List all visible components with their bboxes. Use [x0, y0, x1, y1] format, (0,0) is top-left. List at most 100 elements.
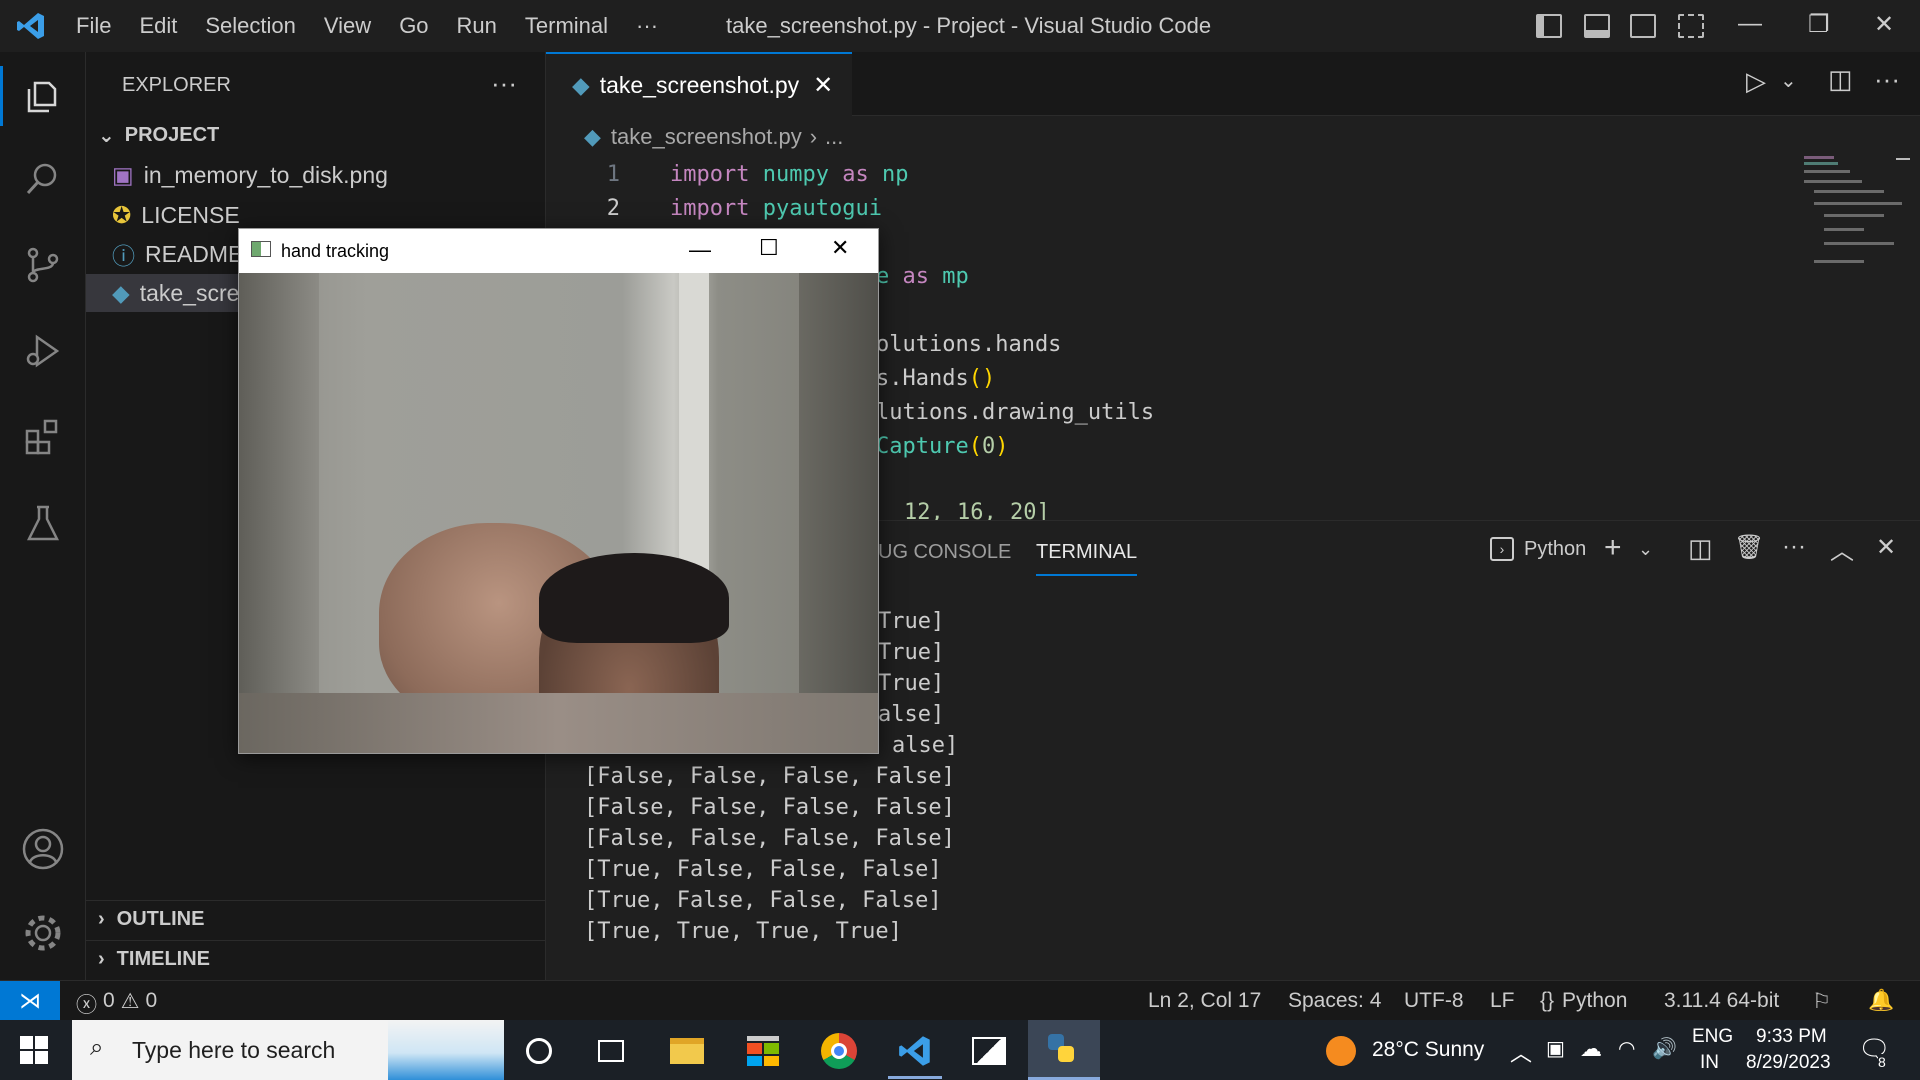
chevron-down-icon[interactable]: ⌄ [1780, 68, 1797, 93]
hand-tracking-window[interactable]: hand tracking — ☐ ✕ [238, 228, 879, 754]
line-endings[interactable]: LF [1490, 989, 1515, 1013]
editor-more-icon[interactable]: ··· [1874, 64, 1900, 95]
new-terminal-icon[interactable]: + [1604, 531, 1622, 565]
tab-terminal[interactable]: TERMINAL [1036, 541, 1138, 576]
feedback-icon[interactable]: ⚐ [1812, 989, 1831, 1014]
warning-count: 0 [145, 989, 158, 1012]
chrome-icon[interactable] [816, 1028, 862, 1074]
toggle-secondary-sidebar-icon[interactable] [1630, 14, 1656, 38]
split-editor-icon[interactable]: ◫ [1828, 64, 1853, 95]
weather-sun-icon[interactable] [1326, 1036, 1356, 1066]
alias: np [881, 162, 909, 187]
volume-icon[interactable]: 🔊 [1652, 1036, 1677, 1061]
python-app-active[interactable] [1028, 1020, 1100, 1080]
vscode-taskbar-icon[interactable] [892, 1028, 938, 1074]
breadcrumb: ◆ take_screenshot.py › ... [546, 116, 1920, 158]
manage-gear-icon[interactable] [20, 910, 66, 956]
toggle-sidebar-icon[interactable] [1536, 14, 1562, 38]
restore-icon[interactable]: ❐ [1808, 10, 1830, 39]
run-debug-icon[interactable] [20, 328, 66, 374]
project-folder[interactable]: ⌄ PROJECT [86, 116, 545, 154]
minimize-icon[interactable]: — [1738, 10, 1762, 38]
tab-take-screenshot[interactable]: ◆ take_screenshot.py ✕ [546, 52, 852, 116]
cursor-position[interactable]: Ln 2, Col 17 [1148, 989, 1261, 1013]
file-item[interactable]: ▣ in_memory_to_disk.png [86, 156, 545, 194]
taskbar-search[interactable]: ⌕ Type here to search [72, 1020, 504, 1080]
source-control-icon[interactable] [20, 242, 66, 288]
breadcrumb-file[interactable]: take_screenshot.py [611, 124, 802, 150]
timeline-section[interactable]: › TIMELINE [86, 940, 545, 978]
problems-indicator[interactable]: ⓧ 0 ⚠ 0 [76, 989, 157, 1019]
menu-more[interactable]: ··· [622, 13, 672, 39]
chevron-down-icon[interactable]: ⌄ [1638, 539, 1653, 560]
menu-terminal[interactable]: Terminal [511, 13, 622, 39]
terminal-profile[interactable]: › Python [1490, 537, 1586, 561]
notification-count: 8 [1878, 1054, 1886, 1070]
menu-run[interactable]: Run [443, 13, 511, 39]
minimize-icon[interactable]: — [689, 237, 711, 263]
panel-more-icon[interactable]: ··· [1782, 533, 1806, 561]
terminal-output-line: [False, False, False, False] [584, 795, 955, 820]
breadcrumb-symbol[interactable]: ... [825, 124, 843, 150]
maximize-icon[interactable]: ☐ [759, 235, 779, 261]
testing-icon[interactable] [20, 500, 66, 546]
menu-selection[interactable]: Selection [191, 13, 310, 39]
info-icon: ⓘ [112, 243, 135, 269]
weather-text[interactable]: 28°C Sunny [1372, 1038, 1484, 1062]
file-explorer-icon[interactable] [664, 1028, 710, 1074]
task-view-icon[interactable] [588, 1028, 634, 1074]
language-mode[interactable]: {} Python [1540, 989, 1627, 1013]
accounts-icon[interactable] [20, 826, 66, 872]
clock-date[interactable]: 8/29/2023 [1746, 1052, 1831, 1074]
menu-view[interactable]: View [310, 13, 385, 39]
tab-debug-console[interactable]: UG CONSOLE [878, 541, 1011, 564]
photos-icon[interactable] [966, 1028, 1012, 1074]
outline-section[interactable]: › OUTLINE [86, 900, 545, 938]
microsoft-store-icon[interactable] [740, 1028, 786, 1074]
extensions-icon[interactable] [20, 414, 66, 460]
code-fragment: 12, 16, 20] [904, 500, 1050, 520]
onedrive-icon[interactable]: ☁ [1580, 1036, 1602, 1062]
explorer-more-icon[interactable]: ··· [491, 68, 517, 99]
search-placeholder: Type here to search [132, 1036, 336, 1063]
menu-file[interactable]: File [62, 13, 125, 39]
explorer-icon[interactable] [20, 72, 66, 118]
action-center-icon[interactable]: 🗨 [1858, 1034, 1891, 1065]
menu-edit[interactable]: Edit [125, 13, 191, 39]
trash-icon[interactable]: 🗑 [1734, 533, 1764, 562]
terminal-output-line: alse] [892, 733, 959, 758]
maximize-panel-icon[interactable]: ︿ [1830, 531, 1854, 566]
remote-indicator-icon[interactable]: ⋊ [0, 981, 60, 1021]
minimap[interactable] [1800, 150, 1910, 290]
language-label: Python [1562, 989, 1628, 1012]
close-window-icon[interactable]: ✕ [831, 235, 849, 261]
windows-start-icon[interactable] [20, 1036, 48, 1064]
search-icon[interactable] [20, 156, 66, 202]
toggle-panel-icon[interactable] [1584, 14, 1610, 38]
cortana-icon[interactable] [516, 1028, 562, 1074]
close-tab-icon[interactable]: ✕ [813, 71, 833, 100]
module-name: numpy [762, 162, 829, 187]
hand-tracking-titlebar[interactable]: hand tracking — ☐ ✕ [239, 229, 878, 273]
encoding[interactable]: UTF-8 [1404, 989, 1464, 1013]
notifications-bell-icon[interactable]: 🔔 [1868, 989, 1894, 1013]
language-top[interactable]: ENG [1692, 1026, 1733, 1048]
menu-go[interactable]: Go [385, 13, 442, 39]
python-interpreter[interactable]: 3.11.4 64-bit [1664, 989, 1779, 1013]
customize-layout-icon[interactable] [1678, 14, 1704, 38]
code-line: e as mp [876, 264, 969, 289]
meet-now-icon[interactable]: ▣ [1546, 1036, 1565, 1061]
wifi-icon[interactable]: ◠ [1618, 1036, 1635, 1061]
run-python-icon[interactable]: ▷ [1746, 66, 1766, 97]
split-terminal-icon[interactable]: ◫ [1688, 533, 1713, 564]
clock-time[interactable]: 9:33 PM [1756, 1026, 1827, 1048]
close-panel-icon[interactable]: ✕ [1876, 533, 1896, 562]
language-bottom[interactable]: IN [1700, 1052, 1719, 1074]
status-bar: ⋊ ⓧ 0 ⚠ 0 Ln 2, Col 17 Spaces: 4 UTF-8 L… [0, 980, 1920, 1021]
vscode-logo-icon [0, 0, 62, 52]
close-window-icon[interactable]: ✕ [1874, 10, 1894, 39]
terminal-icon: › [1490, 537, 1514, 561]
indentation[interactable]: Spaces: 4 [1288, 989, 1381, 1013]
show-hidden-icons-icon[interactable]: ︿ [1510, 1036, 1532, 1068]
outline-label: OUTLINE [116, 908, 205, 930]
